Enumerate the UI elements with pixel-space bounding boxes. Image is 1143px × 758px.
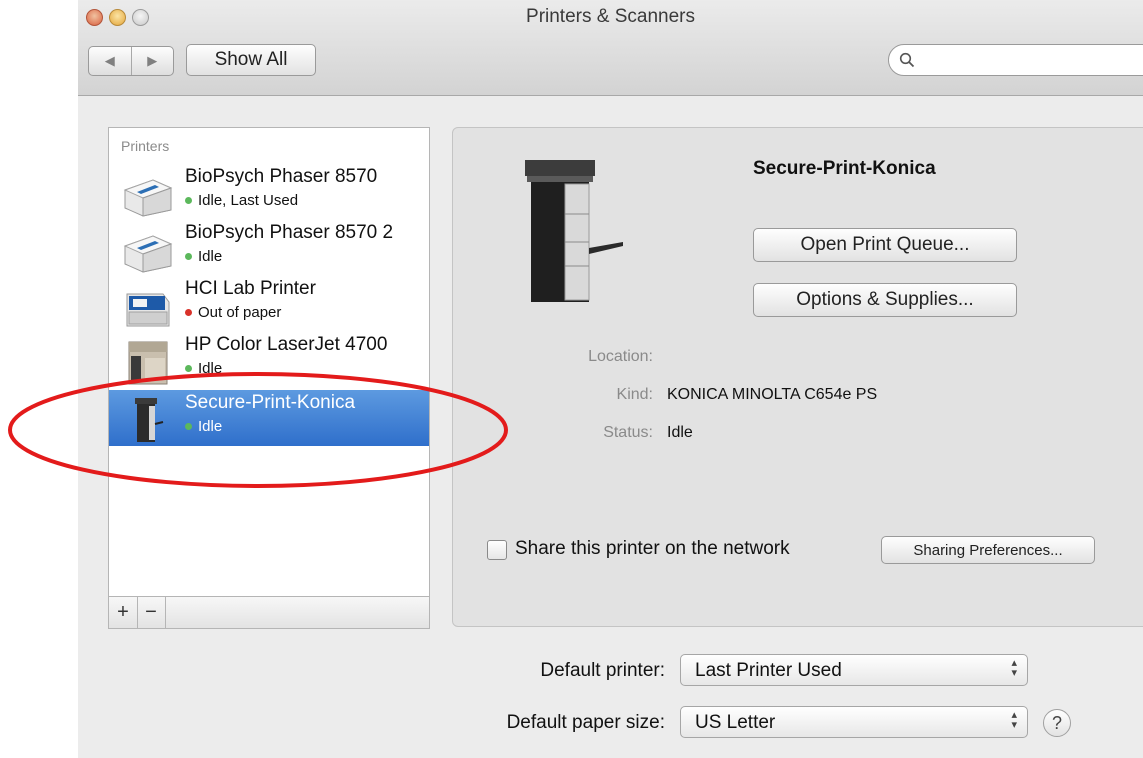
- default-paper-size-select[interactable]: US Letter ▴ ▾: [680, 706, 1028, 738]
- default-printer-select[interactable]: Last Printer Used ▴ ▾: [680, 654, 1028, 686]
- selected-printer-name: Secure-Print-Konica: [753, 158, 936, 179]
- default-paper-size-value: US Letter: [695, 712, 776, 733]
- default-printer-label: Default printer:: [540, 660, 665, 681]
- show-all-button[interactable]: Show All: [186, 44, 316, 76]
- sharing-preferences-button[interactable]: Sharing Preferences...: [881, 536, 1095, 564]
- printers-list: Printers BioPsych Phaser 8570 Idle, Last…: [108, 127, 430, 597]
- status-dot-icon: [185, 364, 192, 372]
- printer-status: Idle: [185, 248, 222, 265]
- printer-item-biopsych-phaser-8570-2[interactable]: BioPsych Phaser 8570 2 Idle: [109, 220, 429, 276]
- title-bar: Printers & Scanners ◀ ▶ Show All: [78, 0, 1143, 96]
- printer-status-text: Out of paper: [198, 304, 282, 321]
- printer-detail-pane: Secure-Print-Konica Open Print Queue... …: [452, 127, 1143, 627]
- printer-item-hp-color-laserjet-4700[interactable]: HP Color LaserJet 4700 Idle: [109, 332, 429, 388]
- printer-status: Idle, Last Used: [185, 192, 298, 209]
- printer-name: BioPsych Phaser 8570: [185, 166, 378, 187]
- printer-status: Out of paper: [185, 304, 281, 321]
- printer-status-text: Idle: [198, 418, 223, 435]
- laser-printer-icon: [123, 235, 173, 273]
- printer-name: HCI Lab Printer: [185, 278, 316, 299]
- color-printer-icon: [126, 293, 170, 327]
- printer-item-biopsych-phaser-8570[interactable]: BioPsych Phaser 8570 Idle, Last Used: [109, 164, 429, 220]
- status-dot-icon: [185, 252, 192, 260]
- printer-image: [525, 160, 623, 302]
- printer-item-hci-lab-printer[interactable]: HCI Lab Printer Out of paper: [109, 276, 429, 332]
- printer-status: Idle: [185, 360, 222, 377]
- printer-status-text: Idle: [198, 248, 223, 265]
- printer-name: BioPsych Phaser 8570 2: [185, 222, 394, 243]
- help-button[interactable]: ?: [1043, 709, 1071, 737]
- location-label: Location:: [588, 348, 653, 365]
- printers-list-footer: + −: [108, 597, 430, 629]
- kind-value: KONICA MINOLTA C654e PS: [667, 386, 878, 403]
- status-dot-icon: [185, 308, 192, 316]
- popup-arrows-icon: ▴ ▾: [1011, 709, 1017, 731]
- search-icon: [899, 52, 915, 68]
- printers-scanners-window: Printers & Scanners ◀ ▶ Show All Printer…: [78, 0, 1143, 758]
- default-printer-value: Last Printer Used: [695, 660, 842, 681]
- printer-item-secure-print-konica[interactable]: Secure-Print-Konica Idle: [109, 390, 429, 446]
- options-supplies-button[interactable]: Options & Supplies...: [753, 283, 1017, 317]
- printer-status-text: Idle: [198, 360, 223, 377]
- printers-list-header: Printers: [121, 138, 170, 154]
- default-paper-size-label: Default paper size:: [506, 712, 665, 733]
- hp-printer-icon: [128, 341, 168, 385]
- popup-arrows-icon: ▴ ▾: [1011, 657, 1017, 679]
- status-label: Status:: [603, 424, 653, 441]
- search-input[interactable]: [921, 50, 1125, 69]
- copier-icon: [135, 398, 164, 442]
- open-print-queue-button[interactable]: Open Print Queue...: [753, 228, 1017, 262]
- back-button[interactable]: ◀: [89, 47, 132, 75]
- kind-label: Kind:: [616, 386, 653, 403]
- status-value: Idle: [667, 424, 693, 441]
- printer-status-text: Idle, Last Used: [198, 192, 299, 209]
- printer-name: HP Color LaserJet 4700: [185, 334, 388, 355]
- search-field[interactable]: [888, 44, 1143, 76]
- status-dot-icon: [185, 196, 192, 204]
- forward-button[interactable]: ▶: [132, 47, 174, 75]
- printer-status: Idle: [185, 418, 222, 435]
- back-forward-control: ◀ ▶: [88, 46, 174, 76]
- share-printer-label[interactable]: Share this printer on the network: [515, 538, 790, 560]
- share-printer-checkbox[interactable]: [487, 540, 507, 560]
- printer-name: Secure-Print-Konica: [185, 392, 356, 413]
- window-title: Printers & Scanners: [526, 6, 695, 27]
- status-dot-icon: [185, 422, 192, 430]
- laser-printer-icon: [123, 179, 173, 217]
- add-printer-button[interactable]: +: [109, 597, 138, 628]
- remove-printer-button[interactable]: −: [137, 597, 166, 628]
